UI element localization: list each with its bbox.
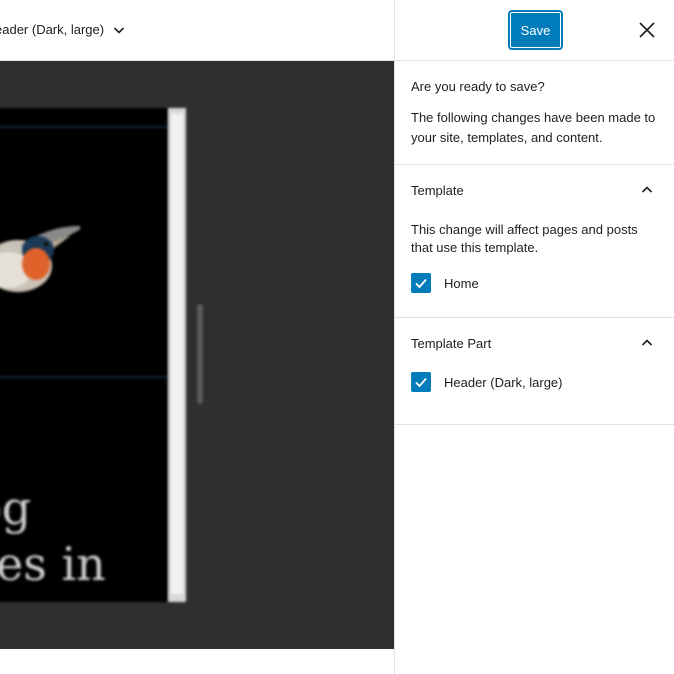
section-title: Template — [411, 182, 464, 198]
checkmark-icon — [415, 278, 427, 289]
preview-scrollbar[interactable] — [168, 108, 186, 602]
chevron-up-icon — [641, 186, 653, 193]
checkbox-row-header[interactable]: Header (Dark, large) — [411, 370, 658, 394]
home-checkbox[interactable] — [411, 273, 431, 293]
chevron-up-icon — [641, 339, 653, 346]
scrollbar-thumb[interactable] — [171, 114, 183, 594]
editor-canvas[interactable]: og res in — [0, 61, 394, 649]
section-template: Template This change will affect pages a… — [395, 165, 674, 318]
close-button[interactable] — [635, 18, 659, 42]
checkbox-label: Header (Dark, large) — [444, 374, 563, 390]
checkmark-icon — [415, 377, 427, 388]
chevron-down-icon — [114, 26, 125, 34]
save-intro: Are you ready to save? The following cha… — [395, 61, 674, 165]
section-description: This change will affect pages and posts … — [411, 222, 638, 255]
checkbox-label: Home — [444, 275, 479, 291]
header-checkbox[interactable] — [411, 372, 431, 392]
save-panel-header: Save — [395, 0, 674, 61]
section-title: Template Part — [411, 335, 492, 351]
template-preview-frame[interactable]: og res in — [0, 108, 168, 602]
header-divider-top — [0, 126, 168, 128]
section-template-part: Template Part Header (Dark, large) — [395, 318, 674, 425]
header-divider-bottom — [0, 376, 168, 378]
document-title: eader (Dark, large) — [0, 22, 105, 37]
save-button[interactable]: Save — [510, 12, 561, 48]
editor-top-bar: eader (Dark, large) — [0, 0, 394, 61]
document-title-dropdown[interactable]: eader (Dark, large) — [0, 22, 126, 37]
save-panel: Save Are you ready to save? The followin… — [394, 0, 674, 674]
checkbox-row-home[interactable]: Home — [411, 271, 658, 295]
resize-handle[interactable] — [197, 304, 203, 404]
preview-heading-text: og res in — [0, 481, 106, 591]
save-intro-heading: Are you ready to save? — [411, 79, 545, 94]
bird-illustration — [0, 225, 80, 292]
close-icon — [639, 22, 655, 38]
section-template-part-toggle[interactable]: Template Part — [395, 318, 674, 368]
save-intro-body: The following changes have been made to … — [411, 110, 656, 145]
section-template-toggle[interactable]: Template — [395, 165, 674, 215]
editor-footer — [0, 649, 394, 674]
